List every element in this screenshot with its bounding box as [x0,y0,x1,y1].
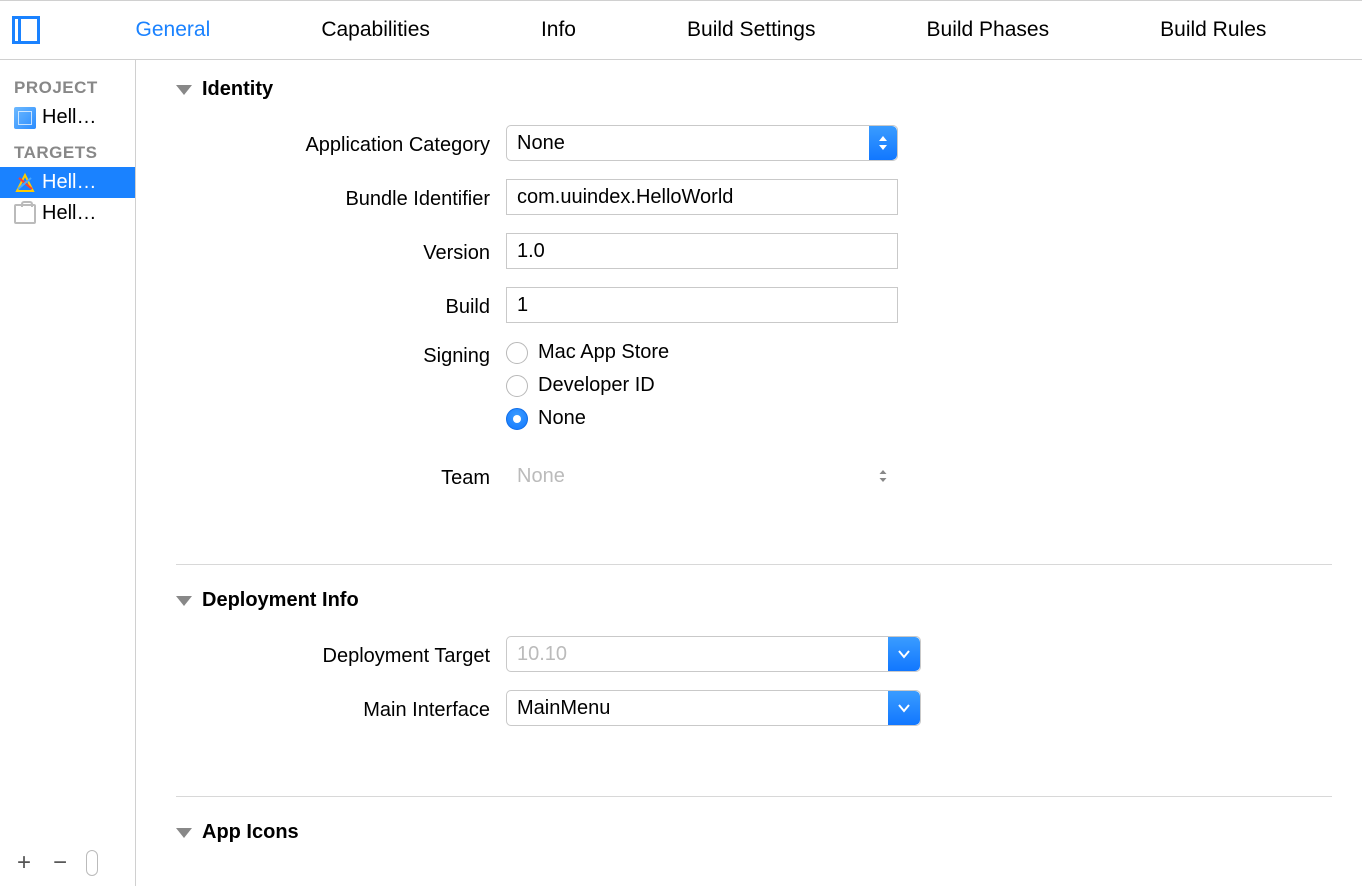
sidebar-footer: + − [0,840,135,886]
section-title: App Icons [202,821,299,844]
sidebar-heading-project: PROJECT [0,68,135,102]
combo-main-interface[interactable]: MainMenu [506,690,921,726]
combo-value: MainMenu [507,697,888,720]
stepper-arrows-icon [869,126,897,160]
disclosure-triangle-icon [176,596,192,606]
radio-label: Mac App Store [538,341,669,364]
projects-targets-sidebar: PROJECT Hell… TARGETS Hell… Hell… [0,60,136,886]
input-version[interactable] [506,233,898,269]
combo-value: 10.10 [507,643,888,666]
radio-icon [506,342,528,364]
sidebar-item-label: Hell… [42,106,96,129]
section-deployment: Deployment Info Deployment Target 10.10 [176,589,1332,784]
app-target-icon [14,172,36,194]
tab-capabilities[interactable]: Capabilities [311,18,440,42]
tab-build-settings[interactable]: Build Settings [677,18,825,42]
radio-signing-mac-app-store[interactable]: Mac App Store [506,341,669,364]
sidebar-item-target-bundle[interactable]: Hell… [0,198,135,229]
add-target-button[interactable]: + [14,849,34,877]
section-app-icons: App Icons [176,821,1332,844]
radio-label: None [538,407,586,430]
section-header-identity[interactable]: Identity [176,78,1332,101]
chevron-down-icon [888,637,920,671]
xcodeproj-icon [14,107,36,129]
label-version: Version [176,238,506,265]
remove-target-button[interactable]: − [50,849,70,877]
label-deployment-target: Deployment Target [176,641,506,668]
section-identity: Identity Application Category None [176,78,1332,552]
section-title: Deployment Info [202,589,359,612]
label-main-interface: Main Interface [176,695,506,722]
section-divider [176,564,1332,565]
bundle-target-icon [14,204,36,224]
disclosure-triangle-icon [176,85,192,95]
popup-value: None [507,132,869,155]
input-bundle-id[interactable] [506,179,898,215]
popup-app-category[interactable]: None [506,125,898,161]
panel-toggle-icon[interactable] [12,16,40,44]
sidebar-heading-targets: TARGETS [0,133,135,167]
editor-content: Identity Application Category None [136,60,1362,886]
section-header-deployment[interactable]: Deployment Info [176,589,1332,612]
radio-icon [506,375,528,397]
tab-build-rules[interactable]: Build Rules [1150,18,1276,42]
sidebar-item-label: Hell… [42,171,96,194]
tab-general[interactable]: General [126,18,221,42]
tab-build-phases[interactable]: Build Phases [917,18,1060,42]
label-signing: Signing [176,341,506,368]
editor-tabs: General Capabilities Info Build Settings… [40,18,1362,42]
tab-info[interactable]: Info [531,18,586,42]
label-team: Team [176,463,506,490]
label-bundle-id: Bundle Identifier [176,184,506,211]
radio-label: Developer ID [538,374,655,397]
label-app-category: Application Category [176,130,506,157]
popup-value: None [507,465,869,488]
combo-deployment-target[interactable]: 10.10 [506,636,921,672]
section-header-app-icons[interactable]: App Icons [176,821,1332,844]
disclosure-triangle-icon [176,828,192,838]
input-build[interactable] [506,287,898,323]
sidebar-item-project[interactable]: Hell… [0,102,135,133]
section-divider [176,796,1332,797]
editor-tabs-bar: General Capabilities Info Build Settings… [0,0,1362,60]
label-build: Build [176,292,506,319]
popup-team[interactable]: None [506,458,898,494]
radio-icon [506,408,528,430]
chevron-down-icon [888,691,920,725]
radio-signing-developer-id[interactable]: Developer ID [506,374,669,397]
filter-handle-icon[interactable] [86,850,98,876]
radio-signing-none[interactable]: None [506,407,669,430]
sidebar-item-target-app[interactable]: Hell… [0,167,135,198]
stepper-arrows-icon [869,459,897,493]
section-title: Identity [202,78,273,101]
sidebar-item-label: Hell… [42,202,96,225]
